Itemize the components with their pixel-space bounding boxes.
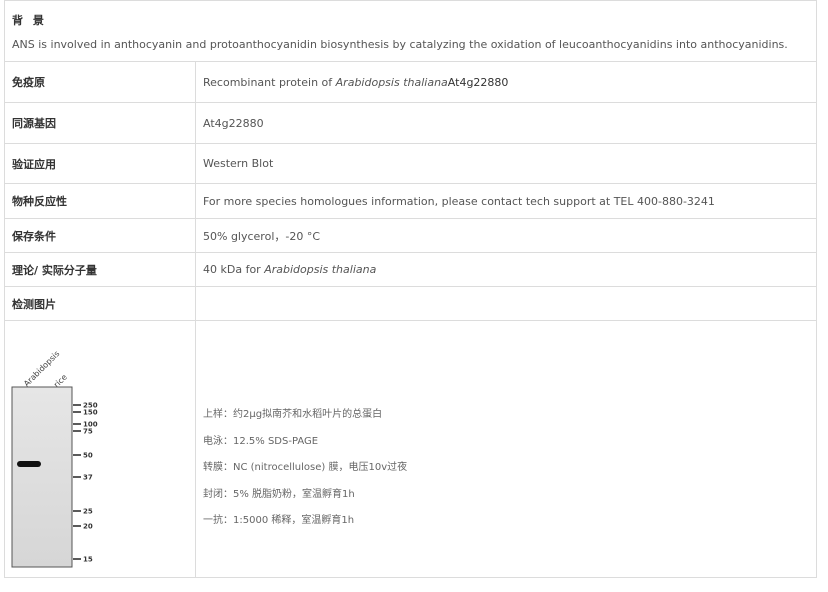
row-mw: 理论/ 实际分子量 40 kDa for Arabidopsis thalian… [5, 252, 816, 286]
note-loading: 上样：约2μg拟南芥和水稻叶片的总蛋白 [203, 409, 383, 420]
background-section: 背 景 ANS is involved in anthocyanin and p… [5, 1, 816, 61]
background-title: 背 景 [12, 14, 47, 27]
row-homolog: 同源基因 At4g22880 [5, 102, 816, 143]
mw-prefix: 40 kDa for [203, 263, 261, 276]
marker-ticks [73, 404, 81, 560]
homolog-label: 同源基因 [5, 103, 196, 143]
reactivity-label: 物种反应性 [5, 184, 196, 218]
row-immunogen: 免疫原 Recombinant protein of Arabidopsis t… [5, 61, 816, 102]
protein-band [17, 461, 41, 467]
marker-label-75: 75 [83, 428, 93, 436]
marker-label-15: 15 [83, 556, 93, 564]
product-info-table: 背 景 ANS is involved in anthocyanin and p… [4, 0, 817, 578]
blot-membrane [11, 386, 73, 568]
marker-label-50: 50 [83, 452, 93, 460]
row-application: 验证应用 Western Blot [5, 143, 816, 183]
immunogen-species: Arabidopsis thaliana [335, 75, 448, 89]
row-blot: Arabidopsis rice 250 150 100 75 50 37 25 20 15 上… [5, 320, 816, 577]
immunogen-value: Recombinant protein of Arabidopsis thali… [196, 62, 816, 102]
reactivity-value: For more species homologues information,… [203, 194, 715, 208]
storage-value: 50% glycerol，-20 °C [203, 229, 321, 243]
note-transfer: 转膜：NC (nitrocellulose) 膜，电压10v过夜 [203, 462, 408, 473]
mw-label: 理论/ 实际分子量 [5, 253, 196, 286]
mw-species: Arabidopsis thaliana [264, 263, 377, 276]
application-label: 验证应用 [5, 144, 196, 183]
blot-figure: Arabidopsis rice 250 150 100 75 50 37 25 20 15 [5, 321, 196, 577]
application-value: Western Blot [203, 157, 274, 170]
immunogen-prefix: Recombinant protein of [203, 75, 333, 89]
marker-label-150: 150 [83, 409, 98, 417]
row-images: 检测图片 [5, 286, 816, 320]
storage-label: 保存条件 [5, 219, 196, 252]
note-electrophoresis: 电泳：12.5% SDS-PAGE [203, 435, 319, 447]
marker-label-25: 25 [83, 508, 93, 516]
protocol-notes: 上样：约2μg拟南芥和水稻叶片的总蛋白 电泳：12.5% SDS-PAGE 转膜… [196, 321, 816, 577]
row-storage: 保存条件 50% glycerol，-20 °C [5, 218, 816, 252]
note-primary-antibody: 一抗：1:5000 稀释，室温孵育1h [203, 515, 355, 526]
mw-value: 40 kDa for Arabidopsis thaliana [196, 253, 816, 286]
note-blocking: 封闭：5% 脱脂奶粉，室温孵育1h [203, 488, 355, 500]
background-text: ANS is involved in anthocyanin and proto… [12, 38, 788, 51]
images-label: 检测图片 [5, 287, 196, 320]
marker-labels: 250150100755037252015 [83, 402, 98, 564]
immunogen-label: 免疫原 [5, 62, 196, 102]
homolog-value: At4g22880 [203, 116, 264, 130]
images-value [196, 287, 816, 320]
marker-label-20: 20 [83, 523, 93, 531]
immunogen-gene: At4g22880 [447, 75, 509, 89]
marker-label-37: 37 [83, 474, 93, 482]
western-blot-image: Arabidopsis rice 250150100755037252015 [11, 349, 98, 568]
row-reactivity: 物种反应性 For more species homologues inform… [5, 183, 816, 218]
